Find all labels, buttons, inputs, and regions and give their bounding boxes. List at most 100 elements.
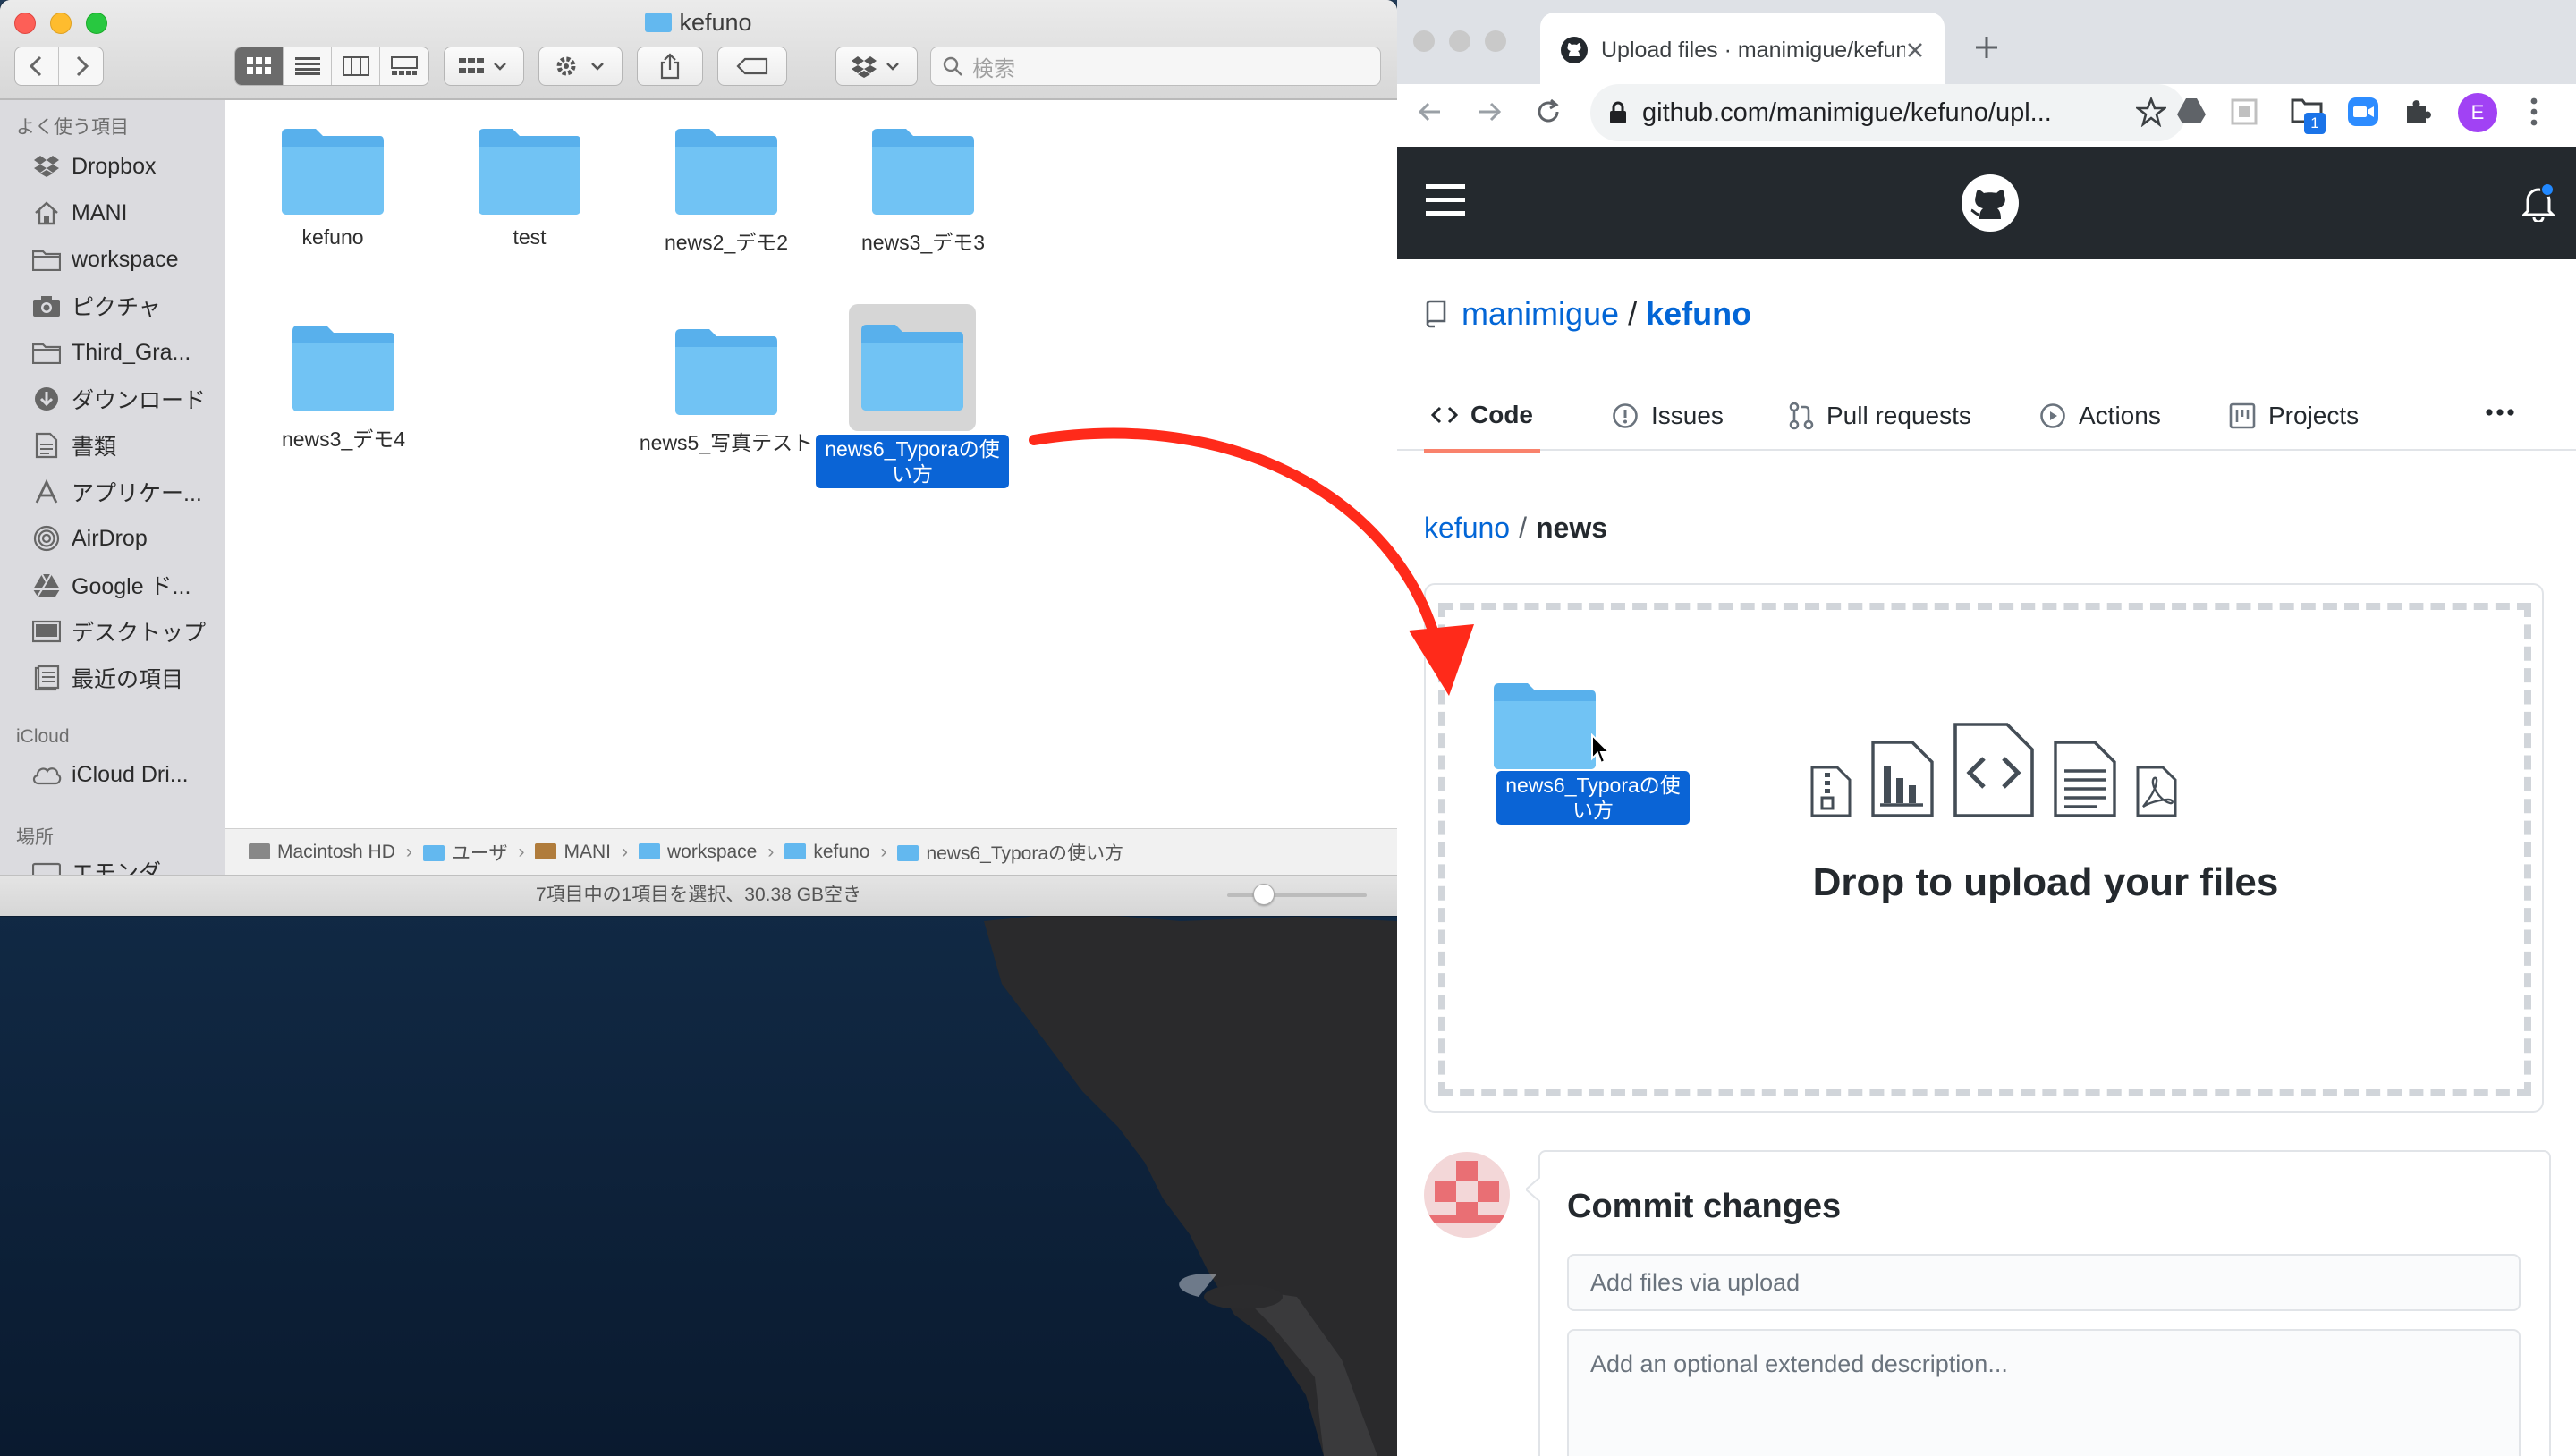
action-menu-button[interactable] [538, 47, 623, 86]
home-icon [535, 842, 557, 859]
more-options-icon[interactable] [2485, 408, 2515, 417]
view-mode-switcher [234, 47, 429, 86]
drop-target[interactable]: Drop to upload your files news6_Typoraの使… [1438, 603, 2531, 1096]
play-icon [2039, 402, 2066, 429]
bookmark-star-icon[interactable] [2136, 97, 2166, 127]
file-item-news3-demo3[interactable]: news3_デモ3 [816, 127, 1030, 256]
share-button[interactable] [637, 47, 703, 86]
github-logo-icon[interactable] [1961, 174, 2020, 233]
sidebar-item-documents[interactable]: 書類 [30, 427, 218, 463]
file-item-test[interactable]: test [422, 127, 637, 250]
sidebar-item-google-drive[interactable]: Google ド... [30, 567, 218, 603]
back-forward-buttons [14, 47, 104, 86]
tab-actions[interactable]: Actions [2039, 381, 2161, 451]
pull-request-icon [1789, 402, 1814, 430]
sidebar-item-airdrop[interactable]: AirDrop [30, 521, 218, 556]
sidebar-item-emonda[interactable]: エモンダ [30, 853, 218, 875]
path-segment[interactable]: news6_Typoraの使い方 [897, 839, 1123, 866]
forward-arrow-icon[interactable] [1476, 98, 1503, 125]
profile-avatar[interactable]: E [2458, 93, 2497, 132]
group-by-button[interactable] [444, 47, 524, 86]
slider-knob[interactable] [1253, 884, 1275, 905]
close-window-button[interactable] [1413, 30, 1435, 52]
folder-icon [675, 129, 777, 215]
minimize-window-button[interactable] [1449, 30, 1470, 52]
user-avatar[interactable] [1424, 1152, 1510, 1238]
puzzle-extensions-icon[interactable] [2402, 97, 2433, 127]
icon-size-slider[interactable] [1227, 884, 1367, 905]
browser-tab[interactable]: Upload files · manimigue/kefuno [1540, 13, 1945, 88]
window-title: kefuno [0, 9, 1397, 37]
upload-drop-zone[interactable]: Drop to upload your files news6_Typoraの使… [1424, 583, 2544, 1113]
extension-icon[interactable] [2229, 97, 2259, 127]
file-item-news2[interactable]: news2_デモ2 [619, 127, 834, 256]
file-item-news3-demo4[interactable]: news3_デモ4 [236, 324, 451, 453]
commit-description-textarea[interactable]: Add an optional extended description... [1567, 1329, 2521, 1456]
repo-tabs: Code Issues Pull requests Actions Projec… [1397, 381, 2576, 453]
zoom-window-button[interactable] [1485, 30, 1506, 52]
tab-code[interactable]: Code [1424, 381, 1540, 453]
hamburger-menu-icon[interactable] [1426, 182, 1465, 218]
forward-button[interactable] [59, 47, 103, 85]
path-segment[interactable]: ユーザ [422, 839, 507, 866]
repo-name-link[interactable]: kefuno [1646, 295, 1751, 333]
sidebar-item-desktop[interactable]: デスクトップ [30, 614, 218, 649]
grid-icon [246, 57, 271, 74]
commit-summary-input[interactable]: Add files via upload [1567, 1254, 2521, 1311]
folder-icon [292, 326, 394, 411]
tab-pull-requests[interactable]: Pull requests [1789, 381, 1971, 451]
close-tab-icon[interactable] [1905, 40, 1925, 60]
url-bar[interactable]: github.com/manimigue/kefuno/upl... [1590, 84, 2186, 141]
folder-icon [638, 842, 660, 859]
download-icon [30, 385, 63, 413]
sidebar-item-icloud-drive[interactable]: iCloud Dri... [30, 757, 218, 792]
icon-view-button[interactable] [235, 47, 284, 85]
document-icon [30, 431, 63, 460]
search-field[interactable]: 検索 [930, 47, 1381, 86]
reload-icon[interactable] [1533, 97, 1563, 127]
file-label: news5_写真テスト [639, 431, 814, 454]
tags-button[interactable] [717, 47, 787, 86]
zip-file-icon [1810, 766, 1852, 817]
google-drive-extension-icon[interactable] [2175, 95, 2207, 127]
path-segment[interactable]: Macintosh HD [249, 842, 395, 863]
chrome-menu-icon[interactable] [2529, 97, 2538, 127]
crumb-repo-link[interactable]: kefuno [1424, 512, 1510, 544]
tab-projects[interactable]: Projects [2229, 381, 2359, 451]
gallery-view-button[interactable] [380, 47, 428, 85]
folder-icon [1494, 683, 1596, 769]
tab-strip: Upload files · manimigue/kefuno [1397, 0, 2576, 97]
list-view-button[interactable] [284, 47, 332, 85]
sidebar-item-downloads[interactable]: ダウンロード [30, 381, 218, 417]
file-item-news5[interactable]: news5_写真テスト [619, 327, 834, 456]
path-segment[interactable]: kefuno [784, 842, 869, 863]
sidebar-item-pictures[interactable]: ピクチャ [30, 288, 218, 324]
file-label: news2_デモ2 [664, 231, 789, 254]
sidebar-item-mani[interactable]: MANI [30, 195, 218, 231]
tab-manager-extension[interactable]: 1 [2290, 95, 2326, 136]
path-breadcrumb: kefuno / news [1424, 512, 1607, 544]
file-item-kefuno[interactable]: kefuno [225, 127, 440, 250]
path-segment[interactable]: workspace [638, 842, 757, 863]
back-arrow-icon[interactable] [1417, 98, 1444, 125]
sidebar-item-dropbox[interactable]: Dropbox [30, 148, 218, 184]
sidebar-item-recents[interactable]: 最近の項目 [30, 660, 218, 696]
back-button[interactable] [15, 47, 60, 85]
repo-owner-link[interactable]: manimigue [1462, 295, 1619, 333]
sidebar-item-applications[interactable]: アプリケー... [30, 474, 218, 510]
folder-icon [897, 844, 919, 861]
code-icon [1431, 404, 1458, 426]
sidebar-item-workspace[interactable]: workspace [30, 241, 218, 277]
tab-issues[interactable]: Issues [1612, 381, 1724, 451]
new-tab-icon[interactable] [1973, 34, 2000, 61]
desktop-icon [30, 617, 63, 646]
list-icon [294, 57, 320, 75]
notification-bell-icon[interactable] [2522, 182, 2555, 222]
zoom-extension-icon[interactable] [2347, 97, 2379, 127]
path-segment[interactable]: MANI [535, 842, 611, 863]
file-label: news3_デモ3 [860, 231, 986, 254]
column-view-button[interactable] [332, 47, 380, 85]
dropbox-menu-button[interactable] [835, 47, 918, 86]
file-item-news6-selected[interactable]: news6_Typoraの使い方 [805, 304, 1020, 488]
sidebar-item-third-gra[interactable]: Third_Gra... [30, 334, 218, 370]
